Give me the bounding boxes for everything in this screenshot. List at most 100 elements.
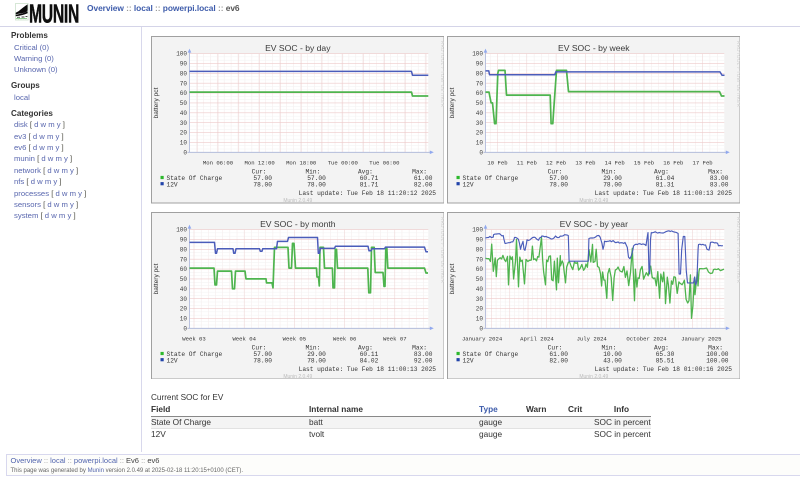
svg-text:11 Feb: 11 Feb — [516, 159, 536, 166]
svg-text:RRDTOOL / TOBI OETIKER: RRDTOOL / TOBI OETIKER — [736, 217, 741, 283]
svg-text:50: 50 — [179, 276, 187, 283]
svg-text:October 2024: October 2024 — [626, 335, 667, 342]
svg-text:12V: 12V — [462, 357, 473, 364]
svg-text:78.00: 78.00 — [307, 357, 326, 364]
svg-text:Mon 18:00: Mon 18:00 — [286, 159, 317, 166]
svg-text:92.00: 92.00 — [413, 357, 432, 364]
svg-text:100.00: 100.00 — [706, 357, 729, 364]
svg-text:battery pct: battery pct — [449, 263, 456, 294]
svg-text:60: 60 — [475, 90, 483, 97]
svg-text:Tue 00:00: Tue 00:00 — [327, 159, 358, 166]
svg-text:81.71: 81.71 — [359, 181, 378, 188]
svg-text:January 2025: January 2025 — [681, 335, 721, 342]
svg-text:82.00: 82.00 — [413, 181, 432, 188]
svg-text:14 Feb: 14 Feb — [604, 159, 624, 166]
svg-text:70: 70 — [475, 256, 483, 263]
svg-text:RRDTOOL / TOBI OETIKER: RRDTOOL / TOBI OETIKER — [736, 41, 741, 107]
svg-text:EV SOC - by month: EV SOC - by month — [260, 219, 336, 229]
svg-text:16 Feb: 16 Feb — [663, 159, 683, 166]
svg-text:12V: 12V — [462, 181, 473, 188]
svg-text:60: 60 — [179, 90, 187, 97]
svg-text:Week 04: Week 04 — [232, 335, 256, 342]
svg-text:0: 0 — [479, 149, 483, 156]
svg-text:battery pct: battery pct — [153, 263, 160, 294]
svg-text:30: 30 — [475, 295, 483, 302]
svg-text:Munin 2.0.49: Munin 2.0.49 — [283, 198, 312, 203]
svg-text:50: 50 — [179, 100, 187, 107]
svg-text:Week 03: Week 03 — [182, 335, 206, 342]
svg-text:40: 40 — [475, 110, 483, 117]
svg-text:100: 100 — [176, 51, 187, 58]
svg-text:10 Feb: 10 Feb — [487, 159, 507, 166]
svg-text:April 2024: April 2024 — [520, 335, 554, 342]
svg-text:13 Feb: 13 Feb — [575, 159, 595, 166]
svg-text:MUNIN: MUNIN — [29, 1, 79, 25]
svg-text:83.00: 83.00 — [709, 181, 728, 188]
svg-text:80: 80 — [179, 70, 187, 77]
svg-text:85.51: 85.51 — [655, 357, 674, 364]
svg-text:Last update: Tue Feb 18 11:20:: Last update: Tue Feb 18 11:20:12 2025 — [298, 190, 436, 197]
svg-text:EV SOC - by year: EV SOC - by year — [559, 219, 627, 229]
svg-text:90: 90 — [475, 236, 483, 243]
svg-text:30: 30 — [475, 120, 483, 127]
svg-text:40: 40 — [179, 285, 187, 292]
svg-text:Mon 12:00: Mon 12:00 — [244, 159, 275, 166]
svg-text:20: 20 — [179, 305, 187, 312]
svg-text:60: 60 — [179, 266, 187, 273]
svg-text:90: 90 — [475, 61, 483, 68]
svg-text:50: 50 — [475, 100, 483, 107]
svg-text:10: 10 — [475, 140, 483, 147]
svg-text:EV SOC - by day: EV SOC - by day — [265, 43, 331, 53]
svg-text:20: 20 — [179, 130, 187, 137]
svg-text:EV SOC - by week: EV SOC - by week — [557, 43, 629, 53]
svg-text:10: 10 — [179, 140, 187, 147]
svg-text:Munin 2.0.49: Munin 2.0.49 — [283, 374, 312, 379]
svg-text:RRDTOOL / TOBI OETIKER: RRDTOOL / TOBI OETIKER — [440, 41, 445, 107]
svg-text:12V: 12V — [166, 181, 177, 188]
svg-text:80: 80 — [179, 246, 187, 253]
svg-text:78.00: 78.00 — [253, 357, 272, 364]
svg-text:20: 20 — [475, 305, 483, 312]
svg-text:50: 50 — [475, 276, 483, 283]
svg-text:60: 60 — [475, 266, 483, 273]
svg-text:43.00: 43.00 — [603, 357, 622, 364]
svg-text:0: 0 — [183, 325, 187, 332]
svg-text:80: 80 — [475, 246, 483, 253]
svg-text:80: 80 — [475, 70, 483, 77]
svg-text:78.00: 78.00 — [549, 181, 568, 188]
svg-text:84.02: 84.02 — [359, 357, 378, 364]
svg-text:30: 30 — [179, 295, 187, 302]
svg-text:January 2024: January 2024 — [461, 335, 502, 342]
svg-text:78.00: 78.00 — [253, 181, 272, 188]
svg-text:Munin 2.0.49: Munin 2.0.49 — [579, 374, 608, 379]
svg-text:Last update: Tue Feb 18 11:00:: Last update: Tue Feb 18 11:00:13 2025 — [298, 366, 436, 373]
svg-text:July 2024: July 2024 — [576, 335, 607, 342]
svg-text:Week 05: Week 05 — [282, 335, 306, 342]
svg-text:78.00: 78.00 — [603, 181, 622, 188]
svg-text:100: 100 — [176, 226, 187, 233]
svg-text:100: 100 — [472, 226, 483, 233]
svg-text:78.00: 78.00 — [307, 181, 326, 188]
svg-text:12V: 12V — [166, 357, 177, 364]
svg-text:90: 90 — [179, 61, 187, 68]
svg-text:70: 70 — [179, 256, 187, 263]
svg-text:82.00: 82.00 — [549, 357, 568, 364]
svg-text:100: 100 — [472, 51, 483, 58]
svg-text:Last update: Tue Feb 18 01:00:: Last update: Tue Feb 18 01:00:16 2025 — [594, 366, 732, 373]
svg-text:70: 70 — [475, 80, 483, 87]
svg-text:0: 0 — [479, 325, 483, 332]
svg-text:Week 07: Week 07 — [383, 335, 407, 342]
svg-text:12 Feb: 12 Feb — [546, 159, 566, 166]
svg-text:15 Feb: 15 Feb — [633, 159, 653, 166]
svg-text:Last update: Tue Feb 18 11:00:: Last update: Tue Feb 18 11:00:13 2025 — [594, 190, 732, 197]
svg-text:40: 40 — [475, 285, 483, 292]
svg-text:17 Feb: 17 Feb — [692, 159, 712, 166]
svg-text:Munin 2.0.49: Munin 2.0.49 — [579, 198, 608, 203]
svg-text:Week 06: Week 06 — [332, 335, 356, 342]
svg-text:battery pct: battery pct — [449, 87, 456, 118]
svg-text:30: 30 — [179, 120, 187, 127]
svg-text:90: 90 — [179, 236, 187, 243]
svg-text:40: 40 — [179, 110, 187, 117]
svg-text:70: 70 — [179, 80, 187, 87]
svg-text:10: 10 — [179, 315, 187, 322]
